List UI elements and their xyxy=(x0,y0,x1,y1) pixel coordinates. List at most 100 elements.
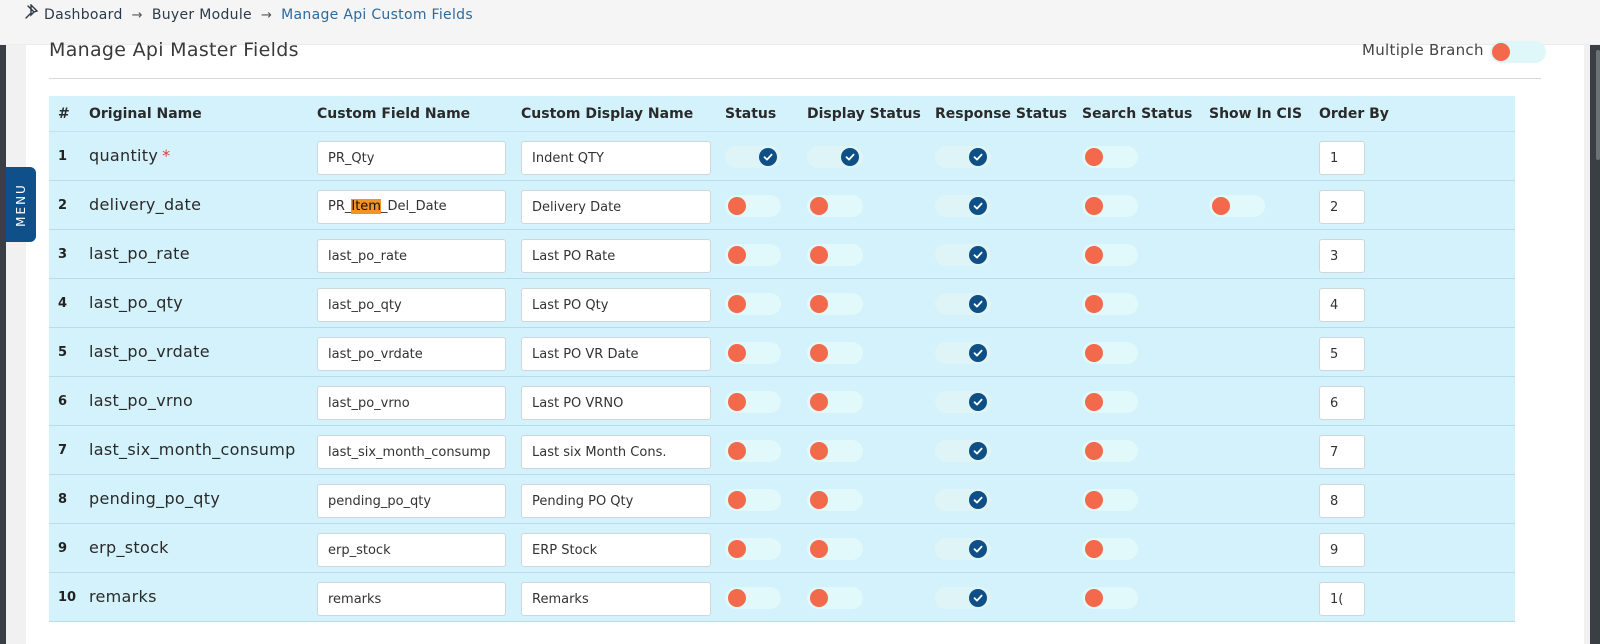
display-status-toggle[interactable] xyxy=(807,195,863,217)
text-part: _Del_Date xyxy=(380,199,447,214)
custom-display-name-input[interactable] xyxy=(521,582,711,616)
search-status-toggle[interactable] xyxy=(1082,293,1138,315)
toggle-knob xyxy=(728,491,746,509)
original-name-text: last_po_vrdate xyxy=(89,342,210,361)
custom-display-name-input[interactable] xyxy=(521,141,711,175)
display-status-toggle[interactable] xyxy=(807,146,863,168)
status-toggle[interactable] xyxy=(725,587,781,609)
search-status-toggle[interactable] xyxy=(1082,391,1138,413)
custom-field-name-input[interactable] xyxy=(317,337,506,371)
order-by-input[interactable] xyxy=(1319,386,1365,420)
status-toggle[interactable] xyxy=(725,146,781,168)
custom-field-name-input[interactable] xyxy=(317,288,506,322)
display-status-toggle[interactable] xyxy=(807,538,863,560)
original-name-text: last_po_rate xyxy=(89,244,190,263)
custom-display-name-input[interactable] xyxy=(521,190,711,224)
response-status-toggle[interactable] xyxy=(935,244,991,266)
response-status-toggle[interactable] xyxy=(935,146,991,168)
order-by-input[interactable] xyxy=(1319,435,1365,469)
status-toggle[interactable] xyxy=(725,293,781,315)
custom-display-name-input[interactable] xyxy=(521,288,711,322)
search-status-toggle[interactable] xyxy=(1082,342,1138,364)
table-row: 3 last_po_rate xyxy=(49,230,1515,279)
custom-display-name-input[interactable] xyxy=(521,239,711,273)
order-by-input[interactable] xyxy=(1319,239,1365,273)
custom-display-name-input[interactable] xyxy=(521,435,711,469)
response-status-toggle[interactable] xyxy=(935,293,991,315)
search-status-toggle[interactable] xyxy=(1082,587,1138,609)
custom-field-name-input[interactable] xyxy=(317,141,506,175)
display-status-toggle[interactable] xyxy=(807,489,863,511)
status-toggle[interactable] xyxy=(725,391,781,413)
response-status-toggle[interactable] xyxy=(935,538,991,560)
custom-field-name-input[interactable] xyxy=(317,484,506,518)
toggle-knob xyxy=(810,295,828,313)
col-show-in-cis: Show In CIS xyxy=(1209,106,1303,122)
breadcrumb-dashboard[interactable]: Dashboard xyxy=(44,7,123,23)
table-row: 5 last_po_vrdate xyxy=(49,328,1515,377)
search-status-toggle[interactable] xyxy=(1082,538,1138,560)
toggle-knob xyxy=(728,589,746,607)
status-toggle[interactable] xyxy=(725,342,781,364)
order-by-input[interactable] xyxy=(1319,190,1365,224)
search-status-toggle[interactable] xyxy=(1082,489,1138,511)
check-icon xyxy=(763,153,773,161)
display-status-toggle[interactable] xyxy=(807,587,863,609)
response-status-toggle[interactable] xyxy=(935,342,991,364)
display-status-toggle[interactable] xyxy=(807,440,863,462)
display-status-toggle[interactable] xyxy=(807,293,863,315)
display-status-toggle[interactable] xyxy=(807,342,863,364)
toggle-knob xyxy=(969,344,987,362)
search-status-toggle[interactable] xyxy=(1082,440,1138,462)
custom-display-name-input[interactable] xyxy=(521,484,711,518)
status-toggle[interactable] xyxy=(725,440,781,462)
custom-display-name-input[interactable] xyxy=(521,337,711,371)
response-status-toggle[interactable] xyxy=(935,587,991,609)
show-in-cis-toggle[interactable] xyxy=(1209,195,1265,217)
response-status-toggle[interactable] xyxy=(935,391,991,413)
custom-display-name-input[interactable] xyxy=(521,533,711,567)
order-by-input[interactable] xyxy=(1319,484,1365,518)
display-status-toggle[interactable] xyxy=(807,391,863,413)
status-toggle[interactable] xyxy=(725,538,781,560)
order-by-input[interactable] xyxy=(1319,533,1365,567)
toggle-knob xyxy=(810,589,828,607)
toggle-knob xyxy=(728,197,746,215)
response-status-toggle[interactable] xyxy=(935,195,991,217)
side-menu-tab[interactable]: MENU xyxy=(6,167,36,242)
custom-field-name-input[interactable]: PR_Item_Del_Date xyxy=(317,190,506,224)
custom-display-name-input[interactable] xyxy=(521,386,711,420)
custom-field-name-input[interactable] xyxy=(317,533,506,567)
toggle-knob xyxy=(1085,246,1103,264)
search-status-toggle[interactable] xyxy=(1082,195,1138,217)
toggle-knob xyxy=(969,442,987,460)
toggle-knob xyxy=(1085,589,1103,607)
search-status-toggle[interactable] xyxy=(1082,146,1138,168)
toggle-knob xyxy=(969,295,987,313)
toggle-knob xyxy=(810,344,828,362)
toggle-knob xyxy=(810,246,828,264)
status-toggle[interactable] xyxy=(725,195,781,217)
custom-field-name-input[interactable] xyxy=(317,386,506,420)
check-icon xyxy=(973,447,983,455)
order-by-input[interactable] xyxy=(1319,288,1365,322)
search-status-toggle[interactable] xyxy=(1082,244,1138,266)
status-toggle[interactable] xyxy=(725,244,781,266)
display-status-toggle[interactable] xyxy=(807,244,863,266)
custom-field-name-input[interactable] xyxy=(317,239,506,273)
table-row: 6 last_po_vrno xyxy=(49,377,1515,426)
multiple-branch-toggle[interactable] xyxy=(1490,41,1546,63)
pin-icon xyxy=(25,4,39,19)
left-edge xyxy=(0,45,6,644)
breadcrumb-buyer-module[interactable]: Buyer Module xyxy=(152,7,252,23)
response-status-toggle[interactable] xyxy=(935,440,991,462)
order-by-input[interactable] xyxy=(1319,337,1365,371)
status-toggle[interactable] xyxy=(725,489,781,511)
response-status-toggle[interactable] xyxy=(935,489,991,511)
scrollbar-thumb[interactable] xyxy=(1596,50,1600,160)
order-by-input[interactable] xyxy=(1319,582,1365,616)
custom-field-name-input[interactable] xyxy=(317,435,506,469)
custom-field-name-input[interactable] xyxy=(317,582,506,616)
order-by-input[interactable] xyxy=(1319,141,1365,175)
original-name-text: quantity xyxy=(89,146,159,165)
